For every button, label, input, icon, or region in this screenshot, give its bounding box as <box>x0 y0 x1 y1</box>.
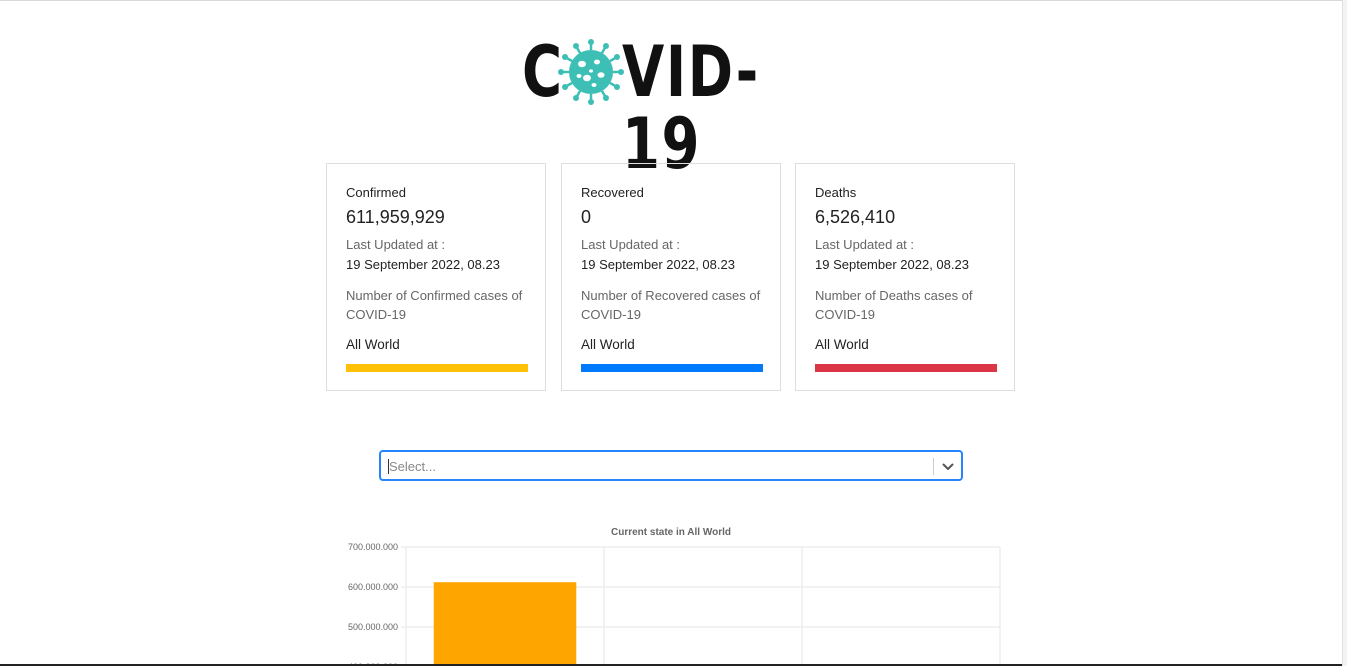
text-cursor <box>388 459 389 474</box>
card-region: All World <box>581 337 635 352</box>
card-value: 0 <box>581 207 592 227</box>
card-value: 611,959,929 <box>346 207 445 227</box>
virus-spike-tip <box>573 43 579 50</box>
virus-spike-tip <box>573 94 579 101</box>
card-recovered: Recovered 0 Last Updated at : 19 Septemb… <box>561 163 781 391</box>
select-placeholder: Select... <box>389 459 436 474</box>
card-updated-label: Last Updated at : <box>581 237 681 252</box>
chevron-down-icon[interactable] <box>939 458 957 475</box>
y-tick-label: 500.000.000 <box>348 622 398 632</box>
virus-spike-tip <box>588 99 594 105</box>
card-title: Deaths <box>815 185 857 200</box>
virus-spot <box>578 60 586 68</box>
virus-spike-tip <box>603 94 609 101</box>
virus-spike-tip <box>562 54 569 60</box>
card-updated-label: Last Updated at : <box>346 237 446 252</box>
virus-spike-tip <box>613 54 620 60</box>
card-updated-date: 19 September 2022, 08.23 <box>815 257 969 272</box>
virus-spot <box>594 59 600 65</box>
card-title: Recovered <box>581 185 644 200</box>
y-tick-label: 700.000.000 <box>348 542 398 552</box>
virus-spike-tip <box>613 84 620 90</box>
chart-bar-confirmed[interactable] <box>433 582 577 666</box>
card-updated-date: 19 September 2022, 08.23 <box>346 257 500 272</box>
virus-icon <box>558 39 624 105</box>
card-description: Number of Deaths cases of COVID-19 <box>815 288 973 322</box>
card-confirmed: Confirmed 611,959,929 Last Updated at : … <box>326 163 546 391</box>
virus-spot <box>583 74 591 82</box>
virus-spot <box>576 74 582 78</box>
virus-spot <box>597 72 605 78</box>
select-separator <box>933 458 934 475</box>
card-description: Number of Recovered cases of COVID-19 <box>581 288 761 322</box>
card-region: All World <box>815 337 869 352</box>
card-title: Confirmed <box>346 185 406 200</box>
bar-chart: 700.000.000600.000.000500.000.000400.000… <box>348 542 1001 666</box>
card-color-bar <box>581 364 763 372</box>
card-deaths: Deaths 6,526,410 Last Updated at : 19 Se… <box>795 163 1015 391</box>
card-region: All World <box>346 337 400 352</box>
card-updated-date: 19 September 2022, 08.23 <box>581 257 735 272</box>
card-value: 6,526,410 <box>815 207 896 227</box>
virus-spike-tip <box>562 84 569 90</box>
card-color-bar <box>815 364 997 372</box>
top-border <box>0 0 1347 1</box>
country-select[interactable]: Select... <box>379 450 963 481</box>
virus-spike-tip <box>603 43 609 50</box>
virus-spot <box>589 69 593 73</box>
card-updated-label: Last Updated at : <box>815 237 915 252</box>
virus-spike-tip <box>558 69 564 75</box>
virus-spike-tip <box>588 39 594 45</box>
scrollbar[interactable] <box>1342 0 1347 666</box>
logo-text-rest: VID-19 <box>622 31 760 185</box>
card-color-bar <box>346 364 528 372</box>
y-tick-label: 600.000.000 <box>348 582 398 592</box>
virus-spot <box>591 83 597 87</box>
card-description: Number of Confirmed cases of COVID-19 <box>346 288 523 322</box>
